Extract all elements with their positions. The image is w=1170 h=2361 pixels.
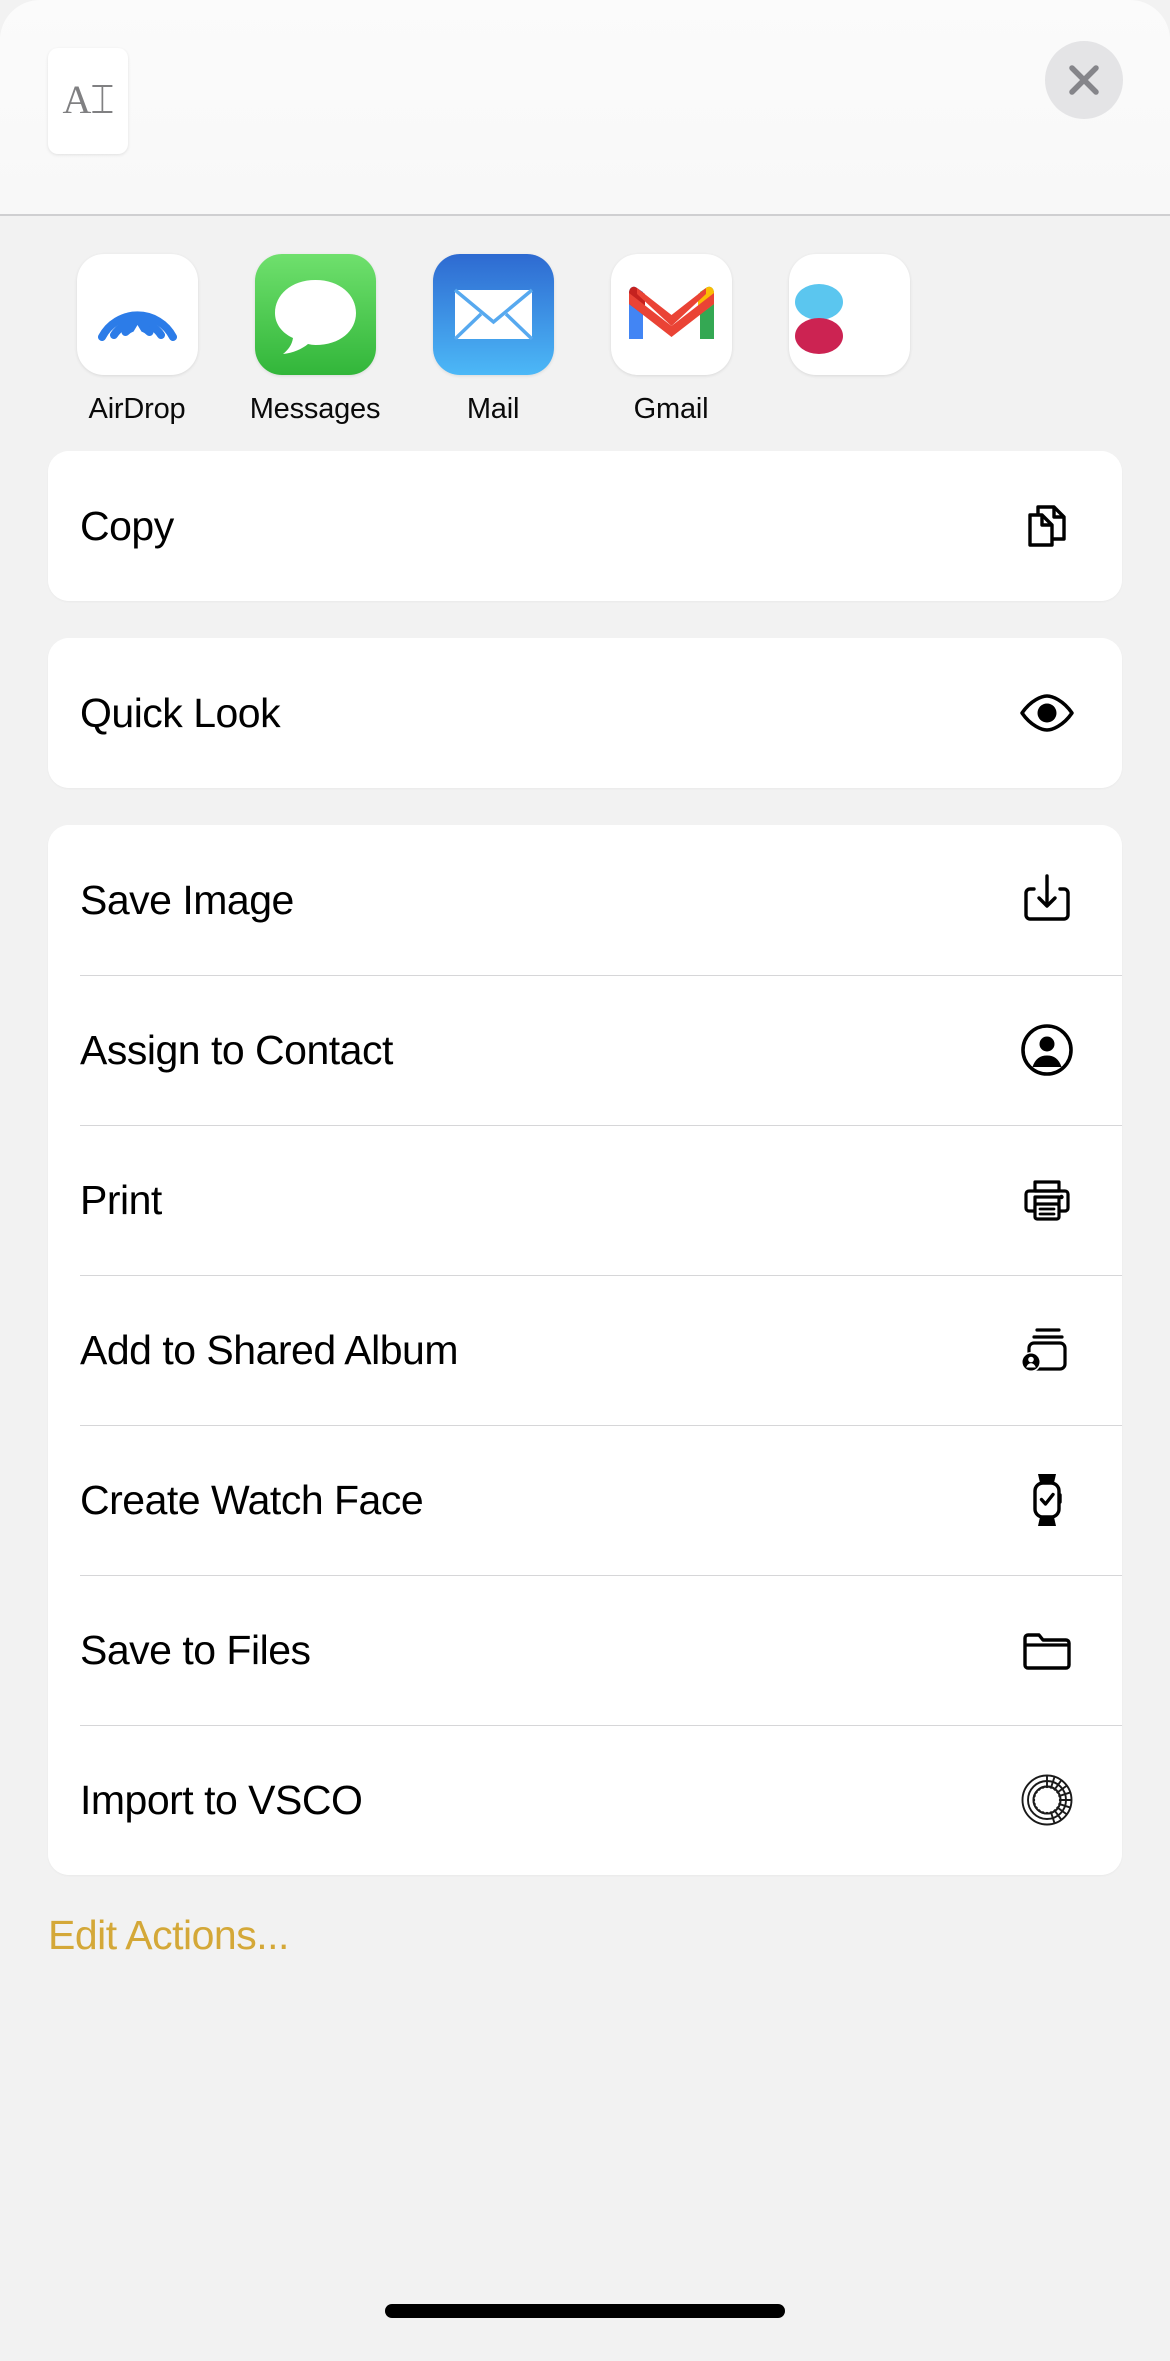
share-sheet-header: A⌶ <box>0 0 1170 216</box>
share-target-label: Messages <box>249 393 381 425</box>
share-targets-row: AirDrop Messages Mail Gmail <box>0 216 1170 426</box>
action-label: Quick Look <box>80 689 281 736</box>
action-label: Import to VSCO <box>80 1776 363 1823</box>
copy-doc-on-doc-icon <box>1016 495 1078 557</box>
printer-icon <box>1016 1169 1078 1231</box>
edit-actions-button[interactable]: Edit Actions... <box>48 1912 289 1959</box>
share-target-messages[interactable]: Messages <box>226 254 404 426</box>
share-target-airdrop[interactable]: AirDrop <box>48 254 226 426</box>
action-list: Copy Quick Look Save Image Assign to Con… <box>0 437 1170 1875</box>
share-target-partial[interactable] <box>760 254 938 393</box>
mail-icon <box>432 254 554 375</box>
action-label: Assign to Contact <box>80 1026 393 1073</box>
vsco-ring-icon <box>1016 1769 1078 1831</box>
edit-actions-row: Edit Actions... <box>0 1912 1170 1959</box>
shared-item-thumbnail[interactable]: A⌶ <box>48 48 128 154</box>
text-cursor-icon: A⌶ <box>62 77 115 122</box>
action-row-assign-to-contact[interactable]: Assign to Contact <box>48 975 1122 1125</box>
share-target-mail[interactable]: Mail <box>404 254 582 426</box>
action-label: Create Watch Face <box>80 1476 424 1523</box>
action-row-copy[interactable]: Copy <box>48 451 1122 601</box>
action-row-add-to-shared-album[interactable]: Add to Shared Album <box>48 1275 1122 1425</box>
partial-app-icon <box>788 254 910 375</box>
eye-icon <box>1016 682 1078 744</box>
home-indicator[interactable] <box>385 2304 785 2318</box>
action-group-copy: Copy <box>48 451 1122 601</box>
action-row-print[interactable]: Print <box>48 1125 1122 1275</box>
share-sheet: A⌶ AirDrop Messages Mail Gmail Copy Quic… <box>0 0 1170 2361</box>
gmail-icon <box>610 254 732 375</box>
action-label: Save to Files <box>80 1626 311 1673</box>
share-targets-scroller[interactable]: AirDrop Messages Mail Gmail <box>0 216 1170 437</box>
action-label: Save Image <box>80 876 294 923</box>
action-label: Copy <box>80 502 174 549</box>
action-row-save-image[interactable]: Save Image <box>48 825 1122 975</box>
close-icon <box>1062 58 1106 102</box>
apple-watch-icon <box>1016 1469 1078 1531</box>
close-button[interactable] <box>1045 41 1123 119</box>
messages-icon <box>254 254 376 375</box>
action-group-quick-look: Quick Look <box>48 638 1122 788</box>
action-row-create-watch-face[interactable]: Create Watch Face <box>48 1425 1122 1575</box>
action-group-main: Save Image Assign to Contact Print Add t… <box>48 825 1122 1875</box>
share-target-label: Mail <box>466 393 520 425</box>
action-label: Add to Shared Album <box>80 1326 458 1373</box>
home-indicator-area <box>0 2261 1170 2361</box>
action-row-import-to-vsco[interactable]: Import to VSCO <box>48 1725 1122 1875</box>
airdrop-icon <box>76 254 198 375</box>
share-target-gmail[interactable]: Gmail <box>582 254 760 426</box>
person-circle-icon <box>1016 1019 1078 1081</box>
action-row-save-to-files[interactable]: Save to Files <box>48 1575 1122 1725</box>
share-target-label: AirDrop <box>88 393 186 425</box>
action-label: Print <box>80 1176 162 1223</box>
shared-album-icon <box>1016 1319 1078 1381</box>
share-target-label: Gmail <box>633 393 709 425</box>
download-arrow-icon <box>1016 869 1078 931</box>
folder-icon <box>1016 1619 1078 1681</box>
action-row-quick-look[interactable]: Quick Look <box>48 638 1122 788</box>
